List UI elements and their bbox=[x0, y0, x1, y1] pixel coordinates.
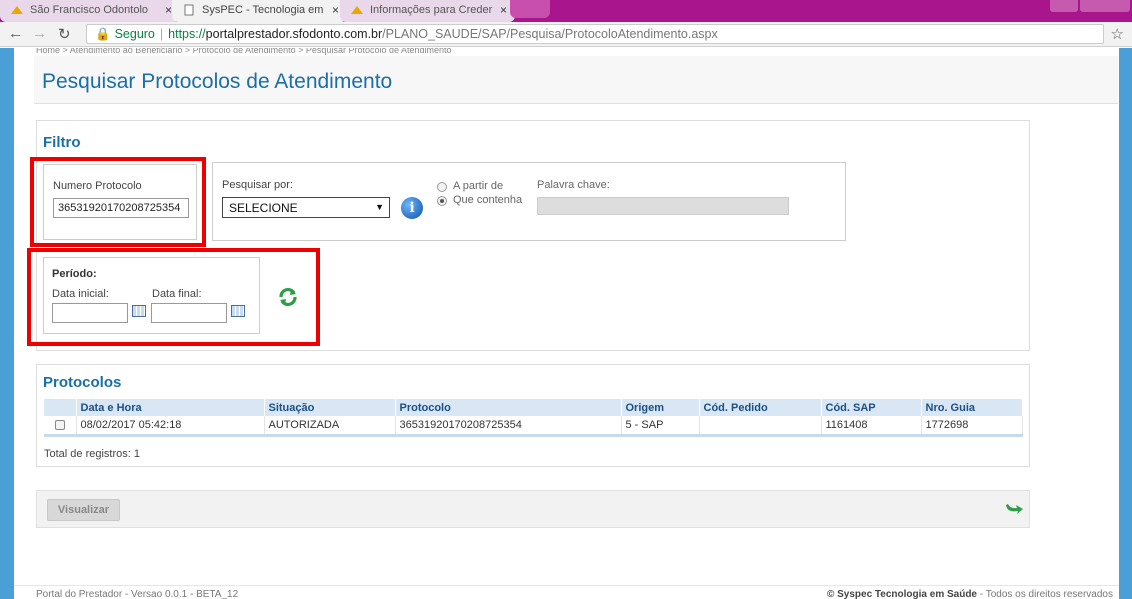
table-cell: 1161408 bbox=[821, 416, 922, 437]
total-registros: Total de registros: 1 bbox=[44, 448, 140, 460]
reload-icon[interactable]: ↻ bbox=[58, 25, 71, 43]
tab-close-icon[interactable]: × bbox=[500, 3, 507, 17]
browser-tab-bar: São Francisco Odontolo × SysPEC - Tecnol… bbox=[0, 0, 1132, 22]
tab-favicon-icon bbox=[11, 6, 23, 14]
column-header-select bbox=[44, 399, 77, 416]
protocolos-table: Data e Hora Situação Protocolo Origem Có… bbox=[44, 399, 1023, 437]
lock-icon: 🔒 bbox=[95, 27, 111, 41]
column-header[interactable]: Situação bbox=[264, 399, 396, 416]
table-row[interactable]: 08/02/2017 05:42:18 AUTORIZADA 365319201… bbox=[44, 416, 1023, 437]
protocolos-panel: Protocolos Data e Hora Situação Protocol… bbox=[36, 364, 1030, 467]
table-cell: AUTORIZADA bbox=[264, 416, 396, 437]
radio-que-contenha[interactable] bbox=[437, 196, 447, 206]
address-bar: ← → ↻ 🔒 Seguro | https://portalprestador.sf… bbox=[0, 22, 1132, 47]
chevron-down-icon: ▼ bbox=[375, 202, 384, 212]
forward-arrow-icon[interactable]: → bbox=[32, 25, 47, 42]
column-header[interactable]: Nro. Guia bbox=[921, 399, 1023, 416]
footer-copyright: © Syspec Tecnologia em Saúde - Todos os … bbox=[826, 589, 1113, 599]
highlight-numero-protocolo bbox=[30, 157, 206, 247]
table-cell: 5 - SAP bbox=[621, 416, 700, 437]
page-header: Pesquisar Protocolos de Atendimento bbox=[34, 56, 1118, 104]
radio-que-contenha-label: Que contenha bbox=[453, 194, 523, 206]
column-header[interactable]: Cód. SAP bbox=[821, 399, 922, 416]
tab-page-icon bbox=[184, 4, 194, 16]
star-icon[interactable]: ☆ bbox=[1111, 25, 1124, 43]
row-checkbox[interactable] bbox=[54, 419, 65, 430]
table-cell: 1772698 bbox=[921, 416, 1023, 437]
pesquisar-por-select[interactable]: SELECIONE ▼ bbox=[222, 197, 390, 218]
pesquisar-por-box: Pesquisar por: SELECIONE ▼ i A partir de… bbox=[212, 162, 846, 241]
page-frame-right bbox=[1119, 48, 1132, 599]
column-header[interactable]: Cód. Pedido bbox=[699, 399, 822, 416]
url-input[interactable]: 🔒 Seguro | https://portalprestador.sfodonto… bbox=[86, 24, 1104, 44]
tab-favicon-icon bbox=[351, 6, 363, 14]
browser-tab-3[interactable]: Informações para Creder × bbox=[340, 0, 515, 22]
palavra-chave-input[interactable] bbox=[537, 197, 789, 215]
column-header[interactable]: Protocolo bbox=[395, 399, 622, 416]
table-cell: 36531920170208725354 bbox=[395, 416, 622, 437]
actions-bar: Visualizar bbox=[36, 490, 1030, 528]
footer-version: Portal do Prestador - Versao 0.0.1 - BET… bbox=[36, 589, 239, 599]
return-icon[interactable] bbox=[1004, 501, 1024, 515]
page-content: Home > Atendimento ao Beneficiário > Pro… bbox=[14, 48, 1119, 599]
new-tab-button[interactable] bbox=[510, 0, 550, 18]
browser-tab-1[interactable]: São Francisco Odontolo × bbox=[0, 0, 180, 22]
page-frame-left bbox=[0, 48, 14, 599]
back-arrow-icon[interactable]: ← bbox=[8, 25, 23, 42]
visualizar-button[interactable]: Visualizar bbox=[47, 499, 120, 521]
table-header-row: Data e Hora Situação Protocolo Origem Có… bbox=[44, 399, 1023, 416]
browser-tab-2[interactable]: SysPEC - Tecnologia em × bbox=[172, 0, 347, 22]
minimize-button[interactable] bbox=[1050, 0, 1078, 12]
protocolos-title: Protocolos bbox=[43, 374, 122, 391]
tab-close-icon[interactable]: × bbox=[165, 3, 172, 17]
highlight-periodo bbox=[27, 248, 320, 346]
page-title: Pesquisar Protocolos de Atendimento bbox=[42, 70, 393, 93]
window-controls[interactable] bbox=[1080, 0, 1130, 12]
palavra-chave-label: Palavra chave: bbox=[537, 179, 610, 191]
radio-a-partir-de[interactable] bbox=[437, 182, 447, 192]
breadcrumb: Home > Atendimento ao Beneficiário > Pro… bbox=[36, 48, 452, 55]
tab-close-icon[interactable]: × bbox=[332, 3, 339, 17]
info-icon[interactable]: i bbox=[401, 197, 423, 219]
radio-a-partir-de-label: A partir de bbox=[453, 180, 504, 192]
column-header[interactable]: Data e Hora bbox=[76, 399, 265, 416]
filtro-title: Filtro bbox=[43, 134, 81, 151]
footer: Portal do Prestador - Versao 0.0.1 - BET… bbox=[14, 585, 1119, 599]
table-cell: 08/02/2017 05:42:18 bbox=[76, 416, 265, 437]
column-header[interactable]: Origem bbox=[621, 399, 700, 416]
pesquisar-por-label: Pesquisar por: bbox=[222, 179, 293, 191]
table-cell bbox=[699, 416, 822, 437]
